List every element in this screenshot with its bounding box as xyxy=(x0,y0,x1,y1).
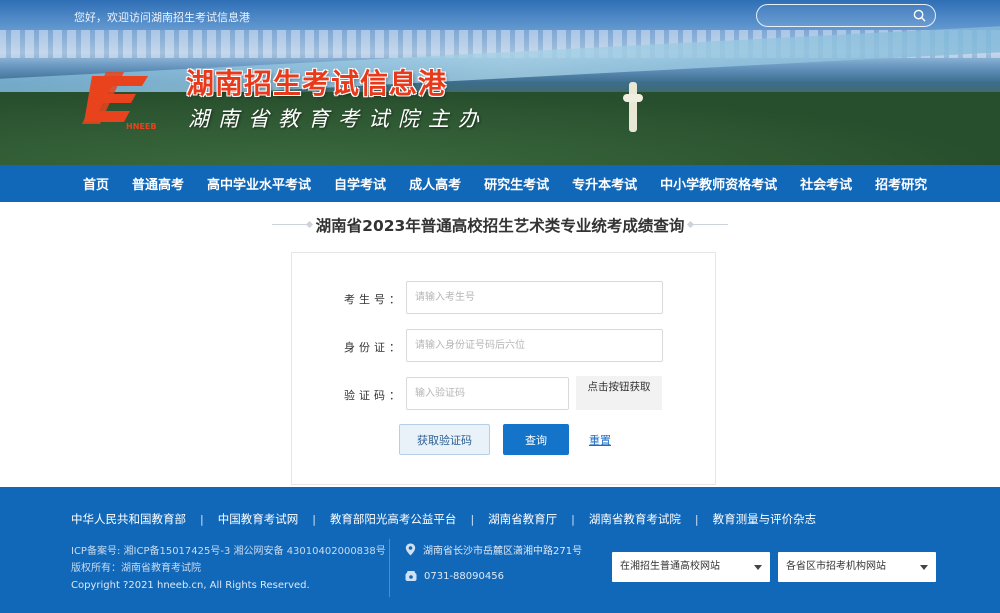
footer-link-neea[interactable]: 中国教育考试网 xyxy=(218,511,299,527)
search-icon[interactable] xyxy=(913,9,926,22)
title-divider-right xyxy=(688,222,729,228)
footer-link-gaokao[interactable]: 教育部阳光高考公益平台 xyxy=(330,511,457,527)
page-title: 湖南省2023年普通高校招生艺术类专业统考成绩查询 xyxy=(315,217,685,235)
nav-item-yanjiu[interactable]: 招考研究 xyxy=(875,174,927,193)
tv-tower xyxy=(623,82,643,132)
nav-item-zikao[interactable]: 自学考试 xyxy=(334,174,386,193)
nav-item-jiaozi[interactable]: 中小学教师资格考试 xyxy=(660,174,777,193)
nav-item-home[interactable]: 首页 xyxy=(83,174,109,193)
chevron-down-icon xyxy=(754,565,762,570)
chevron-down-icon xyxy=(920,565,928,570)
search-box xyxy=(756,4,936,27)
site-subtitle: 湖南省教育考试院主办 xyxy=(188,107,488,131)
query-button[interactable]: 查询 xyxy=(503,424,569,455)
greeting-text: 您好，欢迎访问湖南招生考试信息港 xyxy=(74,11,250,24)
captcha-input[interactable] xyxy=(406,377,569,410)
nav-item-gaokao[interactable]: 普通高考 xyxy=(132,174,184,193)
location-icon xyxy=(405,543,416,556)
main-nav: 首页 普通高考 高中学业水平考试 自学考试 成人高考 研究生考试 专升本考试 中… xyxy=(0,165,1000,202)
search-input[interactable] xyxy=(757,6,907,27)
id-no-label: 身份证： xyxy=(344,341,404,354)
captcha-image-button[interactable]: 点击按钮获取 xyxy=(576,376,662,410)
nav-item-chengkao[interactable]: 成人高考 xyxy=(409,174,461,193)
agencies-select[interactable]: 各省区市招考机构网站 xyxy=(778,552,936,582)
id-no-input[interactable] xyxy=(406,329,663,362)
agencies-select-value: 各省区市招考机构网站 xyxy=(786,561,886,572)
captcha-label: 验证码： xyxy=(344,389,404,402)
footer-link-hnedu[interactable]: 湖南省教育厅 xyxy=(488,511,557,527)
address-row: 湖南省长沙市岳麓区潇湘中路271号 xyxy=(405,542,582,557)
phone-text: 0731-88090456 xyxy=(424,570,504,582)
phone-row: 0731-88090456 xyxy=(405,570,504,582)
hneeb-logo-icon[interactable]: HNEEB xyxy=(78,68,164,130)
nav-item-yankao[interactable]: 研究生考试 xyxy=(484,174,549,193)
title-divider-left xyxy=(271,222,312,228)
footer-link-hneeb[interactable]: 湖南省教育考试院 xyxy=(589,511,681,527)
reset-link[interactable]: 重置 xyxy=(589,432,611,448)
page-title-row: 湖南省2023年普通高校招生艺术类专业统考成绩查询 xyxy=(0,212,1000,238)
footer-separator: | xyxy=(694,512,699,526)
exam-no-label: 考生号： xyxy=(344,293,404,306)
footer-divider xyxy=(389,539,390,597)
footer-separator: | xyxy=(571,512,575,526)
header-banner: 您好，欢迎访问湖南招生考试信息港 HNEEB 湖南招生考试信息港 湖南省教育考试… xyxy=(0,0,1000,165)
exam-no-input[interactable] xyxy=(406,281,663,314)
nav-item-zhuanshengben[interactable]: 专升本考试 xyxy=(572,174,637,193)
copyright-text: Copyright ?2021 hneeb.cn, All Rights Res… xyxy=(71,580,310,591)
site-title[interactable]: 湖南招生考试信息港 xyxy=(186,62,447,102)
nav-item-xuekao[interactable]: 高中学业水平考试 xyxy=(207,174,311,193)
get-code-button[interactable]: 获取验证码 xyxy=(399,424,490,455)
schools-select[interactable]: 在湘招生普通高校网站 xyxy=(612,552,770,582)
schools-select-value: 在湘招生普通高校网站 xyxy=(620,561,720,572)
logo-text: HNEEB xyxy=(126,122,156,130)
footer-separator: | xyxy=(312,512,316,526)
nav-item-shehui[interactable]: 社会考试 xyxy=(800,174,852,193)
footer-separator: | xyxy=(200,512,204,526)
icp-record[interactable]: ICP备案号: 湘ICP备15017425号-3 湘公网安备 430104020… xyxy=(71,543,386,560)
footer-link-moe[interactable]: 中华人民共和国教育部 xyxy=(71,511,186,527)
footer-links: 中华人民共和国教育部 | 中国教育考试网 | 教育部阳光高考公益平台 | 湖南省… xyxy=(71,511,816,527)
footer: 中华人民共和国教育部 | 中国教育考试网 | 教育部阳光高考公益平台 | 湖南省… xyxy=(0,487,1000,613)
query-form-panel: 考生号： 身份证： 验证码： 点击按钮获取 获取验证码 查询 重置 xyxy=(291,252,716,485)
footer-info: ICP备案号: 湘ICP备15017425号-3 湘公网安备 430104020… xyxy=(71,543,386,594)
copyright-owner: 版权所有：湖南省教育考试院 xyxy=(71,563,201,574)
footer-link-journal[interactable]: 教育测量与评价杂志 xyxy=(713,511,817,527)
address-text: 湖南省长沙市岳麓区潇湘中路271号 xyxy=(423,546,583,557)
footer-separator: | xyxy=(470,512,475,526)
phone-icon xyxy=(405,571,417,581)
